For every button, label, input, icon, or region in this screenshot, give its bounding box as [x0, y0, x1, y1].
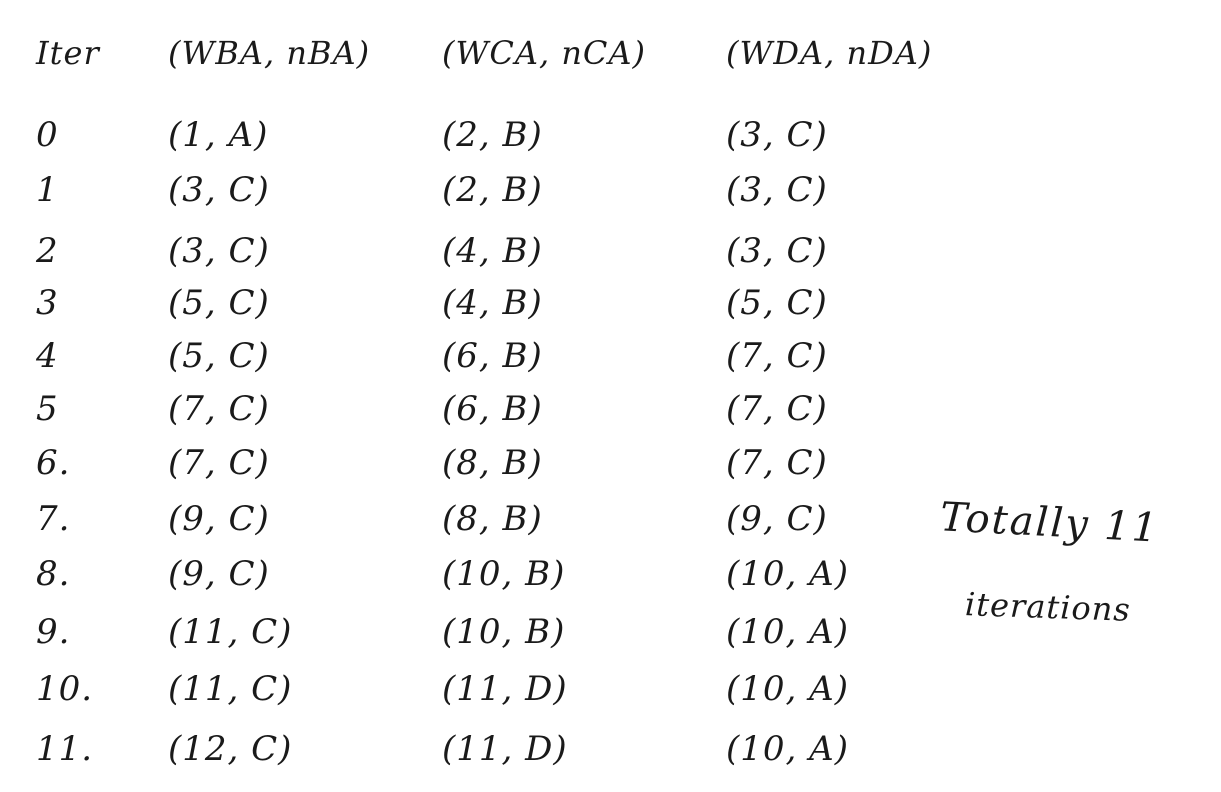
iter-cell: 2 — [36, 231, 59, 271]
ba-cell: (11, C) — [168, 612, 293, 652]
ba-cell: (7, C) — [168, 389, 270, 429]
table-row: 2 (3, C) (4, B) (3, C) — [30, 226, 910, 276]
table-row: 10. (11, C) (11, D) (10, A) — [30, 664, 910, 714]
iter-cell: 1 — [36, 170, 59, 210]
ba-cell: (5, C) — [168, 283, 270, 323]
header-ca: (WCA, nCA) — [442, 34, 646, 72]
table-row: 4 (5, C) (6, B) (7, C) — [30, 331, 910, 381]
da-cell: (10, A) — [726, 729, 849, 769]
da-cell: (10, A) — [726, 554, 849, 594]
ca-cell: (11, D) — [442, 729, 568, 769]
ca-cell: (11, D) — [442, 669, 568, 709]
ca-cell: (10, B) — [442, 612, 566, 652]
ba-cell: (7, C) — [168, 443, 270, 483]
da-cell: (10, A) — [726, 612, 849, 652]
iter-cell: 8. — [36, 554, 71, 594]
ca-cell: (8, B) — [442, 443, 543, 483]
ca-cell: (8, B) — [442, 499, 543, 539]
table-row: 6. (7, C) (8, B) (7, C) — [30, 438, 910, 488]
da-cell: (5, C) — [726, 283, 828, 323]
table-row: 3 (5, C) (4, B) (5, C) — [30, 278, 910, 328]
table-row: 0 (1, A) (2, B) (3, C) — [30, 110, 910, 160]
table-row: 8. (9, C) (10, B) (10, A) — [30, 549, 910, 599]
table-row: 9. (11, C) (10, B) (10, A) — [30, 607, 910, 657]
ca-cell: (6, B) — [442, 389, 543, 429]
iter-cell: 11. — [36, 729, 94, 769]
ba-cell: (3, C) — [168, 170, 270, 210]
ca-cell: (2, B) — [442, 115, 543, 155]
iterations-note: iterations — [964, 585, 1132, 629]
header-iter: Iter — [36, 34, 100, 72]
ba-cell: (9, C) — [168, 554, 270, 594]
header-row: Iter (WBA, nBA) (WCA, nCA) (WDA, nDA) — [30, 28, 931, 78]
ca-cell: (2, B) — [442, 170, 543, 210]
iter-cell: 4 — [36, 336, 59, 376]
ca-cell: (4, B) — [442, 231, 543, 271]
iter-cell: 3 — [36, 283, 59, 323]
ba-cell: (11, C) — [168, 669, 293, 709]
totally-note: Totally 11 — [938, 494, 1161, 552]
iter-cell: 7. — [36, 499, 71, 539]
da-cell: (9, C) — [726, 499, 828, 539]
da-cell: (7, C) — [726, 336, 828, 376]
ba-cell: (9, C) — [168, 499, 270, 539]
ba-cell: (1, A) — [168, 115, 269, 155]
da-cell: (7, C) — [726, 389, 828, 429]
ba-cell: (5, C) — [168, 336, 270, 376]
table-row: 7. (9, C) (8, B) (9, C) — [30, 494, 910, 544]
table-row: 5 (7, C) (6, B) (7, C) — [30, 384, 910, 434]
iter-cell: 5 — [36, 389, 59, 429]
ca-cell: (4, B) — [442, 283, 543, 323]
handwritten-page: Iter (WBA, nBA) (WCA, nCA) (WDA, nDA) 0 (… — [0, 0, 1221, 792]
ba-cell: (3, C) — [168, 231, 270, 271]
da-cell: (7, C) — [726, 443, 828, 483]
ca-cell: (6, B) — [442, 336, 543, 376]
iter-cell: 9. — [36, 612, 71, 652]
iter-cell: 10. — [36, 669, 94, 709]
da-cell: (3, C) — [726, 115, 828, 155]
da-cell: (10, A) — [726, 669, 849, 709]
table-row: 11. (12, C) (11, D) (10, A) — [30, 724, 910, 774]
ca-cell: (10, B) — [442, 554, 566, 594]
iter-cell: 0 — [36, 115, 59, 155]
da-cell: (3, C) — [726, 231, 828, 271]
header-da: (WDA, nDA) — [726, 34, 933, 72]
ba-cell: (12, C) — [168, 729, 293, 769]
header-ba: (WBA, nBA) — [168, 34, 371, 72]
table-row: 1 (3, C) (2, B) (3, C) — [30, 165, 910, 215]
da-cell: (3, C) — [726, 170, 828, 210]
iter-cell: 6. — [36, 443, 71, 483]
